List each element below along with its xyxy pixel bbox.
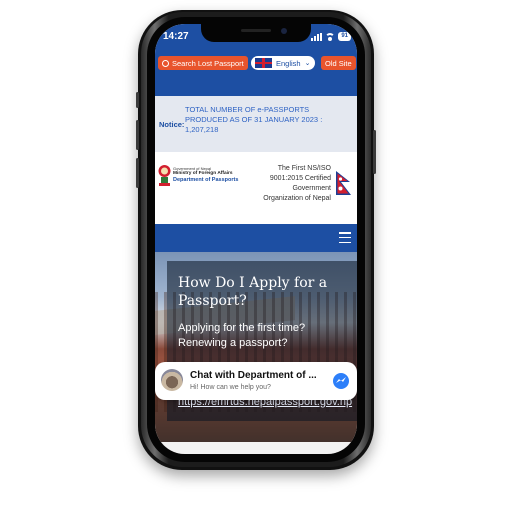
notice-text[interactable]: TOTAL NUMBER OF e-PASSPORTS PRODUCED AS …	[185, 105, 353, 135]
hero-question-renewing: Renewing a passport?	[178, 337, 288, 349]
phone-volume-up	[136, 120, 139, 150]
nepal-flag-icon	[336, 171, 351, 195]
search-lost-passport-label: Search Lost Passport	[172, 58, 244, 68]
hero-question-first-time: Applying for the first time?	[178, 322, 306, 334]
front-camera	[281, 28, 287, 34]
bottom-strip	[155, 442, 357, 454]
hero-title: How Do I Apply for a Passport?	[178, 275, 328, 309]
messenger-icon[interactable]	[333, 373, 349, 389]
top-bar: 14:27 91 Search Lost Passport English ⌄ …	[155, 24, 357, 96]
iso-certification-text: The First NS/ISO 9001:2015 Certified Gov…	[263, 165, 331, 202]
department-line[interactable]: Department of Passports	[173, 177, 238, 183]
language-selector[interactable]: English ⌄	[251, 56, 315, 70]
ministry-line: Ministry of Foreign Affairs	[173, 171, 233, 176]
phone-notch	[201, 24, 311, 42]
hero-banner: How Do I Apply for a Passport? Applying …	[155, 252, 357, 454]
status-time: 14:27	[163, 31, 189, 42]
phone-power-button	[373, 130, 376, 174]
nav-bar	[155, 224, 357, 252]
chat-subtitle: Hi! How can we help you?	[190, 384, 271, 391]
avatar	[161, 369, 183, 391]
notice-label: Notice:	[159, 120, 185, 129]
uk-flag-icon	[255, 58, 272, 68]
phone-volume-down	[136, 158, 139, 188]
signal-icon	[311, 32, 323, 41]
status-icons: 91	[311, 32, 351, 41]
search-lost-passport-button[interactable]: Search Lost Passport	[158, 56, 248, 70]
phone-screen: 14:27 91 Search Lost Passport English ⌄ …	[155, 24, 357, 454]
speaker-grille	[241, 29, 271, 32]
search-icon	[162, 59, 169, 67]
hamburger-menu-icon[interactable]	[339, 232, 351, 243]
old-site-button[interactable]: Old Site	[321, 56, 356, 70]
nepal-emblem-icon[interactable]	[158, 163, 171, 187]
phone-mute-switch	[136, 92, 139, 108]
notice-banner: Notice: TOTAL NUMBER OF e-PASSPORTS PROD…	[155, 96, 357, 152]
chat-widget[interactable]: Chat with Department of ... Hi! How can …	[155, 362, 357, 400]
chevron-down-icon: ⌄	[304, 60, 311, 67]
site-header: Government of Nepal Ministry of Foreign …	[155, 152, 357, 222]
battery-icon: 91	[338, 32, 351, 41]
chat-title: Chat with Department of ...	[190, 370, 317, 381]
language-label: English	[276, 58, 301, 68]
wifi-icon	[325, 32, 336, 41]
